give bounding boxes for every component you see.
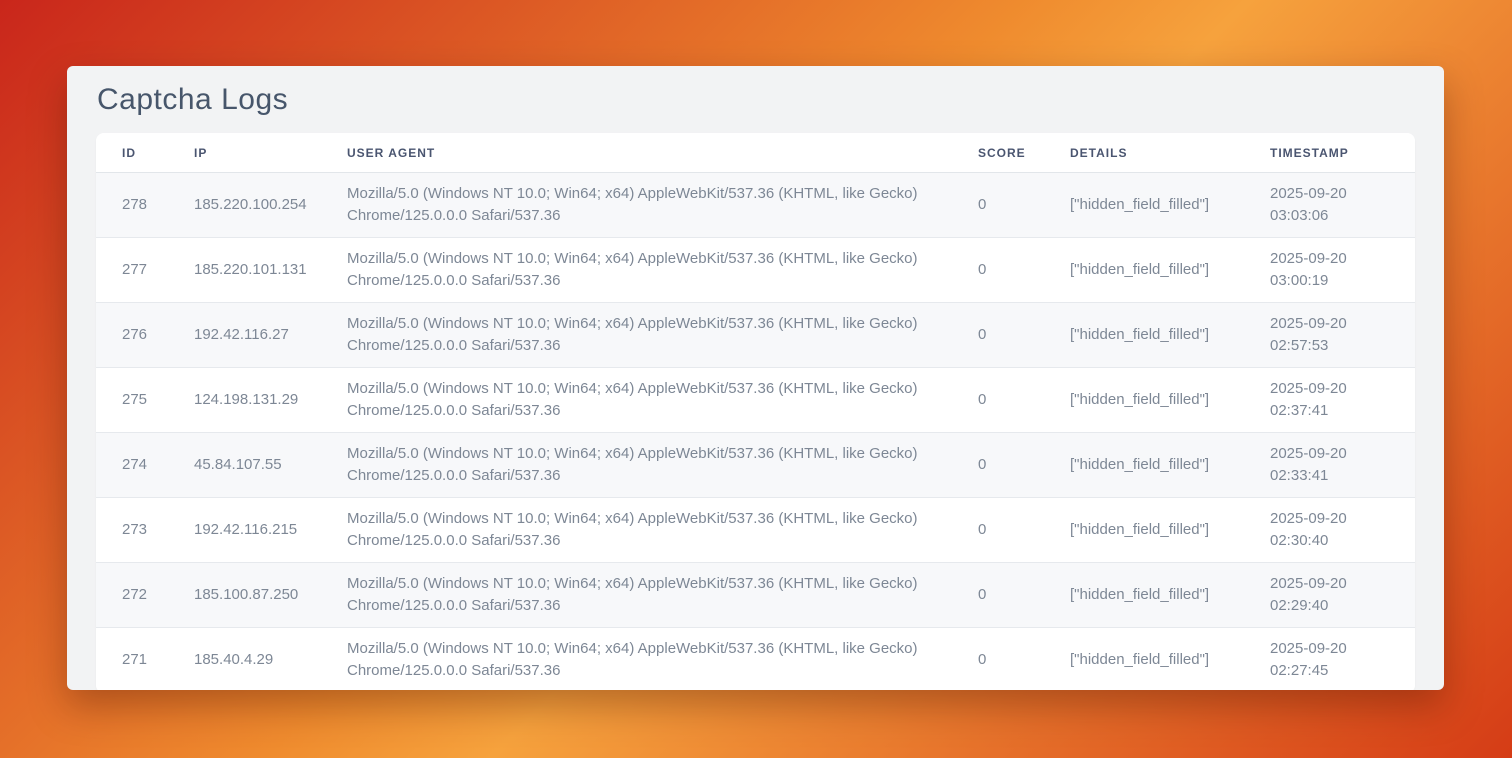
cell-user-agent: Mozilla/5.0 (Windows NT 10.0; Win64; x64… [321,368,952,433]
cell-user-agent: Mozilla/5.0 (Windows NT 10.0; Win64; x64… [321,173,952,238]
column-header-ip: IP [168,133,321,173]
table-row: 272 185.100.87.250 Mozilla/5.0 (Windows … [96,563,1415,628]
cell-ip: 192.42.116.27 [168,303,321,368]
cell-user-agent: Mozilla/5.0 (Windows NT 10.0; Win64; x64… [321,563,952,628]
cell-details: ["hidden_field_filled"] [1044,173,1244,238]
cell-score: 0 [952,303,1044,368]
cell-details: ["hidden_field_filled"] [1044,238,1244,303]
cell-id: 273 [96,498,168,563]
cell-score: 0 [952,368,1044,433]
cell-details: ["hidden_field_filled"] [1044,563,1244,628]
cell-ip: 45.84.107.55 [168,433,321,498]
cell-timestamp: 2025-09-20 02:27:45 [1244,628,1415,691]
cell-id: 274 [96,433,168,498]
cell-details: ["hidden_field_filled"] [1044,433,1244,498]
table-body: 278 185.220.100.254 Mozilla/5.0 (Windows… [96,173,1415,691]
cell-id: 271 [96,628,168,691]
cell-score: 0 [952,173,1044,238]
captcha-logs-table: ID IP USER AGENT SCORE DETAILS TIMESTAMP… [96,133,1415,690]
page-background: Captcha Logs ID IP USER AGENT SCORE DETA… [0,0,1512,758]
table-header: ID IP USER AGENT SCORE DETAILS TIMESTAMP [96,133,1415,173]
cell-ip: 185.40.4.29 [168,628,321,691]
table-row: 276 192.42.116.27 Mozilla/5.0 (Windows N… [96,303,1415,368]
cell-ip: 124.198.131.29 [168,368,321,433]
cell-user-agent: Mozilla/5.0 (Windows NT 10.0; Win64; x64… [321,498,952,563]
table-row: 278 185.220.100.254 Mozilla/5.0 (Windows… [96,173,1415,238]
cell-user-agent: Mozilla/5.0 (Windows NT 10.0; Win64; x64… [321,628,952,691]
cell-timestamp: 2025-09-20 03:00:19 [1244,238,1415,303]
table-row: 274 45.84.107.55 Mozilla/5.0 (Windows NT… [96,433,1415,498]
cell-ip: 185.100.87.250 [168,563,321,628]
table-row: 277 185.220.101.131 Mozilla/5.0 (Windows… [96,238,1415,303]
table-row: 271 185.40.4.29 Mozilla/5.0 (Windows NT … [96,628,1415,691]
cell-score: 0 [952,563,1044,628]
column-header-user-agent: USER AGENT [321,133,952,173]
table-header-row: ID IP USER AGENT SCORE DETAILS TIMESTAMP [96,133,1415,173]
cell-user-agent: Mozilla/5.0 (Windows NT 10.0; Win64; x64… [321,238,952,303]
cell-ip: 192.42.116.215 [168,498,321,563]
cell-user-agent: Mozilla/5.0 (Windows NT 10.0; Win64; x64… [321,433,952,498]
cell-score: 0 [952,238,1044,303]
cell-details: ["hidden_field_filled"] [1044,303,1244,368]
cell-id: 277 [96,238,168,303]
cell-user-agent: Mozilla/5.0 (Windows NT 10.0; Win64; x64… [321,303,952,368]
cell-details: ["hidden_field_filled"] [1044,368,1244,433]
cell-score: 0 [952,628,1044,691]
cell-details: ["hidden_field_filled"] [1044,498,1244,563]
column-header-score: SCORE [952,133,1044,173]
cell-id: 275 [96,368,168,433]
cell-id: 272 [96,563,168,628]
cell-ip: 185.220.100.254 [168,173,321,238]
cell-details: ["hidden_field_filled"] [1044,628,1244,691]
cell-timestamp: 2025-09-20 02:29:40 [1244,563,1415,628]
log-table-container: ID IP USER AGENT SCORE DETAILS TIMESTAMP… [96,133,1415,690]
cell-timestamp: 2025-09-20 02:37:41 [1244,368,1415,433]
page-title: Captcha Logs [97,85,1444,115]
column-header-id: ID [96,133,168,173]
cell-timestamp: 2025-09-20 02:57:53 [1244,303,1415,368]
cell-timestamp: 2025-09-20 02:33:41 [1244,433,1415,498]
cell-ip: 185.220.101.131 [168,238,321,303]
cell-timestamp: 2025-09-20 02:30:40 [1244,498,1415,563]
table-row: 273 192.42.116.215 Mozilla/5.0 (Windows … [96,498,1415,563]
cell-timestamp: 2025-09-20 03:03:06 [1244,173,1415,238]
cell-id: 278 [96,173,168,238]
cell-score: 0 [952,498,1044,563]
table-row: 275 124.198.131.29 Mozilla/5.0 (Windows … [96,368,1415,433]
column-header-timestamp: TIMESTAMP [1244,133,1415,173]
captcha-logs-card: Captcha Logs ID IP USER AGENT SCORE DETA… [67,66,1444,690]
cell-score: 0 [952,433,1044,498]
cell-id: 276 [96,303,168,368]
column-header-details: DETAILS [1044,133,1244,173]
